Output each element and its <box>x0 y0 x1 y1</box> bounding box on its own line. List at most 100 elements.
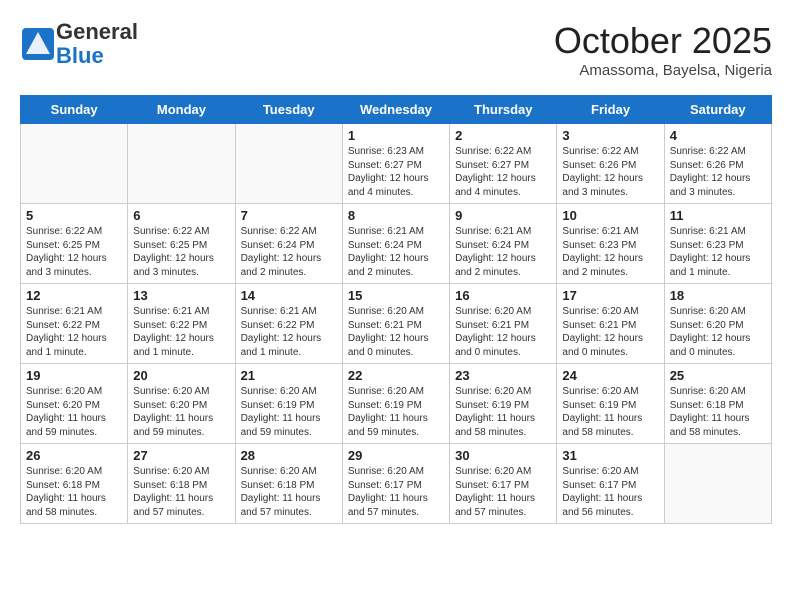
day-number: 7 <box>241 208 337 223</box>
weekday-saturday: Saturday <box>664 96 771 124</box>
day-number: 14 <box>241 288 337 303</box>
day-info: Sunrise: 6:20 AM Sunset: 6:18 PM Dayligh… <box>670 385 766 439</box>
day-number: 6 <box>133 208 229 223</box>
day-info: Sunrise: 6:20 AM Sunset: 6:21 PM Dayligh… <box>348 305 444 359</box>
day-info: Sunrise: 6:20 AM Sunset: 6:21 PM Dayligh… <box>562 305 658 359</box>
day-info: Sunrise: 6:20 AM Sunset: 6:17 PM Dayligh… <box>562 465 658 519</box>
day-number: 20 <box>133 368 229 383</box>
day-info: Sunrise: 6:20 AM Sunset: 6:20 PM Dayligh… <box>26 385 122 439</box>
calendar-cell: 27 Sunrise: 6:20 AM Sunset: 6:18 PM Dayli… <box>128 444 235 524</box>
day-info: Sunrise: 6:20 AM Sunset: 6:20 PM Dayligh… <box>670 305 766 359</box>
calendar-cell: 15Sunrise: 6:20 AM Sunset: 6:21 PM Dayli… <box>342 284 449 364</box>
day-info: Sunrise: 6:20 AM Sunset: 6:17 PM Dayligh… <box>455 465 551 519</box>
week-row-3: 12 Sunrise: 6:21 AM Sunset: 6:22 PM Dayli… <box>21 284 772 364</box>
logo: General Blue <box>20 20 138 68</box>
day-info: Sunrise: 6:22 AM Sunset: 6:25 PM Dayligh… <box>26 225 122 279</box>
calendar-cell: 6 Sunrise: 6:22 AM Sunset: 6:25 PM Daylig… <box>128 204 235 284</box>
calendar-cell: 30 Sunrise: 6:20 AM Sunset: 6:17 PM Dayli… <box>450 444 557 524</box>
week-row-2: 5 Sunrise: 6:22 AM Sunset: 6:25 PM Daylig… <box>21 204 772 284</box>
day-number: 17 <box>562 288 658 303</box>
day-info: Sunrise: 6:20 AM Sunset: 6:20 PM Dayligh… <box>133 385 229 439</box>
day-number: 13 <box>133 288 229 303</box>
calendar-cell: 1Sunrise: 6:23 AM Sunset: 6:27 PM Daylig… <box>342 124 449 204</box>
calendar-cell: 23Sunrise: 6:20 AM Sunset: 6:19 PM Dayli… <box>450 364 557 444</box>
day-number: 8 <box>348 208 444 223</box>
weekday-monday: Monday <box>128 96 235 124</box>
logo-blue: Blue <box>56 43 104 68</box>
calendar-cell: 24 Sunrise: 6:20 AM Sunset: 6:19 PM Dayli… <box>557 364 664 444</box>
day-number: 23 <box>455 368 551 383</box>
day-info: Sunrise: 6:22 AM Sunset: 6:25 PM Dayligh… <box>133 225 229 279</box>
day-number: 3 <box>562 128 658 143</box>
calendar-cell: 5 Sunrise: 6:22 AM Sunset: 6:25 PM Daylig… <box>21 204 128 284</box>
day-info: Sunrise: 6:20 AM Sunset: 6:21 PM Dayligh… <box>455 305 551 359</box>
calendar-cell: 10Sunrise: 6:21 AM Sunset: 6:23 PM Dayli… <box>557 204 664 284</box>
day-number: 16 <box>455 288 551 303</box>
day-info: Sunrise: 6:20 AM Sunset: 6:18 PM Dayligh… <box>26 465 122 519</box>
logo-text: General Blue <box>56 20 138 68</box>
calendar-cell: 9Sunrise: 6:21 AM Sunset: 6:24 PM Daylig… <box>450 204 557 284</box>
day-number: 28 <box>241 448 337 463</box>
calendar-cell: 26 Sunrise: 6:20 AM Sunset: 6:18 PM Dayli… <box>21 444 128 524</box>
calendar-cell: 3Sunrise: 6:22 AM Sunset: 6:26 PM Daylig… <box>557 124 664 204</box>
day-info: Sunrise: 6:21 AM Sunset: 6:23 PM Dayligh… <box>562 225 658 279</box>
calendar-cell <box>21 124 128 204</box>
day-info: Sunrise: 6:21 AM Sunset: 6:22 PM Dayligh… <box>26 305 122 359</box>
day-number: 12 <box>26 288 122 303</box>
calendar-cell <box>664 444 771 524</box>
day-info: Sunrise: 6:22 AM Sunset: 6:24 PM Dayligh… <box>241 225 337 279</box>
page-header: General Blue October 2025 Amassoma, Baye… <box>20 20 772 79</box>
day-info: Sunrise: 6:20 AM Sunset: 6:19 PM Dayligh… <box>562 385 658 439</box>
calendar: SundayMondayTuesdayWednesdayThursdayFrid… <box>20 95 772 524</box>
calendar-cell: 31Sunrise: 6:20 AM Sunset: 6:17 PM Dayli… <box>557 444 664 524</box>
calendar-cell: 2 Sunrise: 6:22 AM Sunset: 6:27 PM Daylig… <box>450 124 557 204</box>
day-info: Sunrise: 6:20 AM Sunset: 6:19 PM Dayligh… <box>241 385 337 439</box>
day-info: Sunrise: 6:21 AM Sunset: 6:22 PM Dayligh… <box>133 305 229 359</box>
location: Amassoma, Bayelsa, Nigeria <box>554 62 772 79</box>
calendar-cell: 18Sunrise: 6:20 AM Sunset: 6:20 PM Dayli… <box>664 284 771 364</box>
calendar-cell: 28 Sunrise: 6:20 AM Sunset: 6:18 PM Dayli… <box>235 444 342 524</box>
day-number: 27 <box>133 448 229 463</box>
logo-general: General <box>56 19 138 44</box>
weekday-header-row: SundayMondayTuesdayWednesdayThursdayFrid… <box>21 96 772 124</box>
calendar-cell: 19Sunrise: 6:20 AM Sunset: 6:20 PM Dayli… <box>21 364 128 444</box>
calendar-cell: 14Sunrise: 6:21 AM Sunset: 6:22 PM Dayli… <box>235 284 342 364</box>
calendar-cell <box>128 124 235 204</box>
day-number: 5 <box>26 208 122 223</box>
day-number: 21 <box>241 368 337 383</box>
day-number: 25 <box>670 368 766 383</box>
day-number: 24 <box>562 368 658 383</box>
day-number: 11 <box>670 208 766 223</box>
calendar-cell: 13 Sunrise: 6:21 AM Sunset: 6:22 PM Dayli… <box>128 284 235 364</box>
logo-icon <box>20 26 56 62</box>
weekday-wednesday: Wednesday <box>342 96 449 124</box>
week-row-5: 26 Sunrise: 6:20 AM Sunset: 6:18 PM Dayli… <box>21 444 772 524</box>
day-info: Sunrise: 6:22 AM Sunset: 6:27 PM Dayligh… <box>455 145 551 199</box>
week-row-1: 1Sunrise: 6:23 AM Sunset: 6:27 PM Daylig… <box>21 124 772 204</box>
day-number: 9 <box>455 208 551 223</box>
week-row-4: 19Sunrise: 6:20 AM Sunset: 6:20 PM Dayli… <box>21 364 772 444</box>
calendar-cell: 16 Sunrise: 6:20 AM Sunset: 6:21 PM Dayli… <box>450 284 557 364</box>
day-number: 4 <box>670 128 766 143</box>
month-title: October 2025 <box>554 20 772 62</box>
weekday-sunday: Sunday <box>21 96 128 124</box>
title-block: October 2025 Amassoma, Bayelsa, Nigeria <box>554 20 772 79</box>
calendar-cell: 20 Sunrise: 6:20 AM Sunset: 6:20 PM Dayli… <box>128 364 235 444</box>
day-number: 30 <box>455 448 551 463</box>
day-number: 26 <box>26 448 122 463</box>
day-info: Sunrise: 6:20 AM Sunset: 6:18 PM Dayligh… <box>241 465 337 519</box>
calendar-cell: 12 Sunrise: 6:21 AM Sunset: 6:22 PM Dayli… <box>21 284 128 364</box>
calendar-cell: 25 Sunrise: 6:20 AM Sunset: 6:18 PM Dayli… <box>664 364 771 444</box>
calendar-cell <box>235 124 342 204</box>
calendar-cell: 29Sunrise: 6:20 AM Sunset: 6:17 PM Dayli… <box>342 444 449 524</box>
day-info: Sunrise: 6:20 AM Sunset: 6:17 PM Dayligh… <box>348 465 444 519</box>
day-number: 2 <box>455 128 551 143</box>
day-info: Sunrise: 6:20 AM Sunset: 6:18 PM Dayligh… <box>133 465 229 519</box>
calendar-cell: 4Sunrise: 6:22 AM Sunset: 6:26 PM Daylig… <box>664 124 771 204</box>
calendar-cell: 17 Sunrise: 6:20 AM Sunset: 6:21 PM Dayli… <box>557 284 664 364</box>
day-info: Sunrise: 6:21 AM Sunset: 6:23 PM Dayligh… <box>670 225 766 279</box>
calendar-cell: 7 Sunrise: 6:22 AM Sunset: 6:24 PM Daylig… <box>235 204 342 284</box>
day-info: Sunrise: 6:20 AM Sunset: 6:19 PM Dayligh… <box>348 385 444 439</box>
day-number: 22 <box>348 368 444 383</box>
day-number: 1 <box>348 128 444 143</box>
